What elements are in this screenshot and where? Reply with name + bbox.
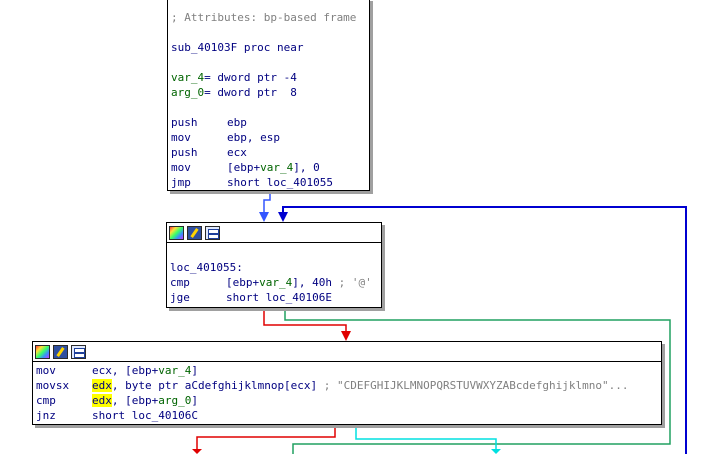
proc-declaration[interactable]: sub_40103F proc near [171,40,369,55]
instruction-push-ebp[interactable]: push ebp [171,115,369,130]
instruction-movsx[interactable]: movsx edx, byte ptr aCdefghijklmnop[ecx] … [36,378,661,393]
label-loc_401055[interactable]: loc_401055: [170,260,381,275]
edge-jmp-to-loc_401055 [263,191,271,214]
node-loop-body[interactable]: mov ecx, [ebp+var_4] movsx edx, byte ptr a… [32,341,662,425]
node-color-icon[interactable] [169,225,184,240]
node-color-icon[interactable] [35,344,50,359]
node-header [33,342,661,362]
ida-graph-view[interactable]: ; Attributes: bp-based frame sub_40103F … [0,0,715,454]
edge-jnz-true [355,424,497,450]
edge-arrowhead [192,449,202,454]
instruction-mov-ebp-esp[interactable]: mov ebp, esp [171,130,369,145]
edge-arrowhead [341,331,351,341]
instruction-jnz[interactable]: jnz short loc_40106C [36,408,661,423]
instruction-push-ecx[interactable]: push ecx [171,145,369,160]
attributes-comment: ; Attributes: bp-based frame [171,11,357,24]
instruction-mov-ecx[interactable]: mov ecx, [ebp+var_4] [36,363,661,378]
instruction-mov-var4-0[interactable]: mov [ebp+var_4], 0 [171,160,369,175]
node-rename-icon[interactable] [187,225,202,240]
node-loc_401055[interactable]: loc_401055: cmp [ebp+var_4], 40h ; '@' jg… [166,222,382,308]
local-var-var_4[interactable]: var_4= dword ptr -4 [171,70,369,85]
instruction-jge[interactable]: jge short loc_40106E [170,290,381,305]
instruction-cmp-edx[interactable]: cmp edx, [ebp+arg_0] [36,393,661,408]
node-rename-icon[interactable] [53,344,68,359]
arg-arg_0[interactable]: arg_0= dword ptr 8 [171,85,369,100]
node-group-icon[interactable] [71,344,86,359]
edge-arrowhead [278,212,288,222]
edge-arrowhead [491,449,501,454]
node-group-icon[interactable] [205,225,220,240]
edge-jnz-false [196,424,336,450]
instruction-cmp[interactable]: cmp [ebp+var_4], 40h ; '@' [170,275,381,290]
node-header [167,223,381,243]
edge-arrowhead [259,212,269,222]
node-sub_40103F[interactable]: ; Attributes: bp-based frame sub_40103F … [167,0,370,191]
instruction-jmp[interactable]: jmp short loc_401055 [171,175,369,190]
